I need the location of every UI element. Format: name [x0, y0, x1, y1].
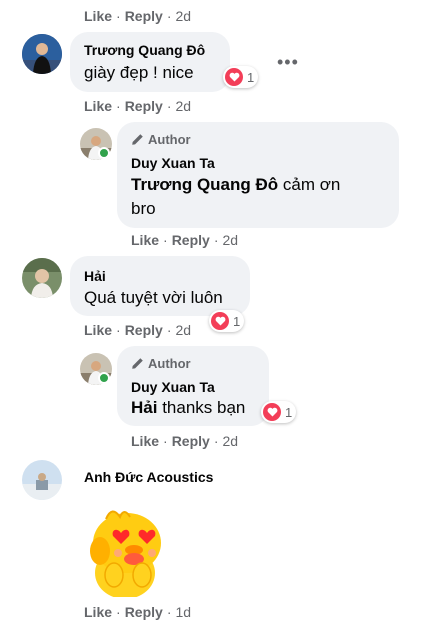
- like-link[interactable]: Like: [84, 604, 112, 620]
- reply-text-body: thanks bạn: [157, 398, 246, 417]
- comment-actions: Like · Reply · 2d: [84, 98, 191, 114]
- timestamp[interactable]: 2d: [222, 433, 238, 449]
- separator: ·: [213, 433, 219, 449]
- author-badge: Author: [131, 356, 191, 371]
- like-link[interactable]: Like: [84, 322, 112, 338]
- reply-text-line2: bro: [131, 199, 156, 218]
- reply-link[interactable]: Reply: [172, 433, 210, 449]
- author-badge-label: Author: [148, 356, 191, 371]
- reply-author[interactable]: Duy Xuan Ta: [131, 379, 215, 395]
- chick-sticker-icon: [90, 510, 161, 599]
- avatar-image: [22, 460, 62, 500]
- timestamp[interactable]: 2d: [175, 8, 191, 24]
- reply-text: cảm ơn: [278, 175, 341, 194]
- like-link[interactable]: Like: [84, 98, 112, 114]
- pencil-icon: [132, 134, 143, 145]
- separator: ·: [166, 322, 172, 338]
- comment-text: Quá tuyệt vời luôn: [84, 288, 223, 307]
- reaction-count[interactable]: 1: [223, 66, 259, 88]
- reaction-count[interactable]: 1: [261, 401, 297, 423]
- separator: ·: [166, 604, 172, 620]
- reply-link[interactable]: Reply: [125, 322, 163, 338]
- author-badge: Author: [131, 132, 191, 147]
- reply-link[interactable]: Reply: [172, 232, 210, 248]
- separator: ·: [116, 322, 121, 338]
- avatar-image: [22, 258, 62, 298]
- like-link[interactable]: Like: [131, 232, 159, 248]
- comment-bubble: [70, 32, 230, 92]
- separator: ·: [163, 232, 168, 248]
- online-status-dot: [98, 372, 110, 384]
- author-badge-label: Author: [148, 132, 191, 147]
- reply-link[interactable]: Reply: [125, 8, 163, 24]
- separator: ·: [163, 433, 168, 449]
- separator: ·: [116, 98, 121, 114]
- reply-author[interactable]: Duy Xuan Ta: [131, 155, 215, 171]
- comment-author[interactable]: Hải: [84, 268, 106, 284]
- mention-link[interactable]: Hải: [131, 398, 157, 417]
- timestamp[interactable]: 1d: [175, 604, 191, 620]
- sticker-image[interactable]: [84, 505, 170, 599]
- comment-actions: Like · Reply · 2d: [84, 322, 191, 338]
- separator: ·: [116, 604, 121, 620]
- heart-icon: [211, 312, 229, 330]
- reaction-number: 1: [247, 69, 255, 85]
- comment-actions: Like · Reply · 1d: [84, 604, 191, 620]
- reaction-number: 1: [233, 313, 241, 329]
- online-status-dot: [98, 147, 110, 159]
- comment-text: giày đẹp ! nice: [84, 63, 194, 82]
- timestamp[interactable]: 2d: [175, 98, 191, 114]
- timestamp[interactable]: 2d: [222, 232, 238, 248]
- reply-link[interactable]: Reply: [125, 98, 163, 114]
- separator: ·: [213, 232, 219, 248]
- comment-actions: Like · Reply · 2d: [84, 8, 191, 24]
- more-options-icon[interactable]: •••: [277, 52, 299, 73]
- comment-author[interactable]: Anh Đức Acoustics: [84, 469, 213, 485]
- heart-icon: [225, 68, 243, 86]
- separator: ·: [166, 98, 172, 114]
- avatar[interactable]: [22, 34, 62, 74]
- avatar[interactable]: [22, 460, 62, 500]
- reply-link[interactable]: Reply: [125, 604, 163, 620]
- comment-author[interactable]: Trương Quang Đô: [84, 42, 205, 58]
- timestamp[interactable]: 2d: [175, 322, 191, 338]
- avatar-image: [22, 34, 62, 74]
- heart-icon: [263, 403, 281, 421]
- like-link[interactable]: Like: [84, 8, 112, 24]
- reply-actions: Like · Reply · 2d: [131, 232, 238, 248]
- reply-text-line1: Trương Quang Đô cảm ơn: [131, 175, 340, 195]
- avatar[interactable]: [22, 258, 62, 298]
- reply-text: Hải thanks bạn: [131, 398, 245, 418]
- separator: ·: [166, 8, 172, 24]
- separator: ·: [116, 8, 121, 24]
- pencil-icon: [132, 358, 143, 369]
- reply-actions: Like · Reply · 2d: [131, 433, 238, 449]
- reaction-number: 1: [285, 404, 293, 420]
- like-link[interactable]: Like: [131, 433, 159, 449]
- reaction-count[interactable]: 1: [209, 310, 245, 332]
- mention-link[interactable]: Trương Quang Đô: [131, 175, 278, 194]
